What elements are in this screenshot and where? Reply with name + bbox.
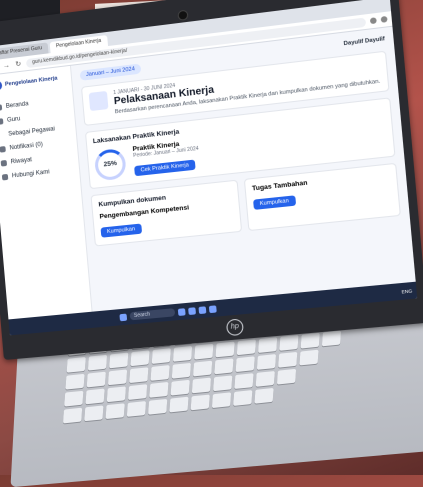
extension-icon[interactable] bbox=[369, 17, 377, 25]
documents-card: Kumpulkan dokumen Pengembangan Kompetens… bbox=[90, 179, 243, 247]
taskbar-app-icon[interactable] bbox=[198, 305, 207, 314]
sidebar-item-label: Notifikasi (0) bbox=[9, 141, 44, 152]
home-icon bbox=[0, 104, 3, 111]
brand[interactable]: Pengelolaan Kinerja bbox=[0, 72, 67, 92]
sidebar-item-label: Hubungi Kami bbox=[11, 169, 50, 180]
sidebar-item-label: Riwayat bbox=[10, 157, 33, 166]
sidebar-item-label: Sebagai Pegawai bbox=[8, 126, 56, 138]
taskbar-search[interactable]: Search bbox=[129, 308, 176, 321]
sidebar-item-label: Beranda bbox=[5, 101, 29, 110]
sidebar-item-label: Guru bbox=[6, 116, 21, 124]
collect-additional-button[interactable]: Kumpulkan bbox=[253, 195, 296, 210]
brand-name: Pengelolaan Kinerja bbox=[4, 75, 58, 88]
user-menu[interactable]: Dayulif Dayulif bbox=[343, 36, 385, 47]
app-layout: Pengelolaan Kinerja Beranda Guru Sebagai… bbox=[0, 27, 416, 324]
collect-competency-button[interactable]: Kumpulkan bbox=[100, 223, 142, 238]
webcam bbox=[177, 9, 189, 22]
document-search-icon bbox=[88, 90, 109, 112]
start-icon[interactable] bbox=[119, 313, 128, 321]
period-pill[interactable]: Januari – Juni 2024 bbox=[79, 63, 142, 81]
laptop-screen: Daftar Presensi Guru Pengelolaan Kinerja… bbox=[0, 0, 418, 336]
laptop-lid: Daftar Presensi Guru Pengelolaan Kinerja… bbox=[0, 0, 423, 361]
check-practice-button[interactable]: Cek Praktik Kinerja bbox=[134, 159, 196, 177]
brand-logo-icon bbox=[0, 80, 3, 92]
forward-icon[interactable]: → bbox=[2, 62, 11, 70]
profile-icon[interactable] bbox=[380, 15, 388, 23]
reload-icon[interactable]: ↻ bbox=[14, 60, 23, 69]
document-item-additional: Tugas Tambahan bbox=[251, 179, 308, 193]
help-icon bbox=[1, 173, 9, 181]
users-icon bbox=[0, 118, 4, 125]
hp-logo: hp bbox=[225, 318, 245, 337]
chrome-icon[interactable] bbox=[208, 304, 217, 313]
bell-icon bbox=[0, 146, 6, 153]
main-content: Januari – Juni 2024 Dayulif Dayulif 1 JA… bbox=[71, 27, 416, 316]
progress-ring: 25% bbox=[93, 147, 127, 181]
system-tray[interactable]: ENG bbox=[401, 287, 416, 294]
additional-task-card: Tugas Tambahan Kumpulkan bbox=[243, 162, 401, 232]
history-icon bbox=[0, 159, 8, 167]
taskbar-app-icon[interactable] bbox=[188, 306, 196, 315]
taskbar-app-icon[interactable] bbox=[177, 307, 186, 316]
